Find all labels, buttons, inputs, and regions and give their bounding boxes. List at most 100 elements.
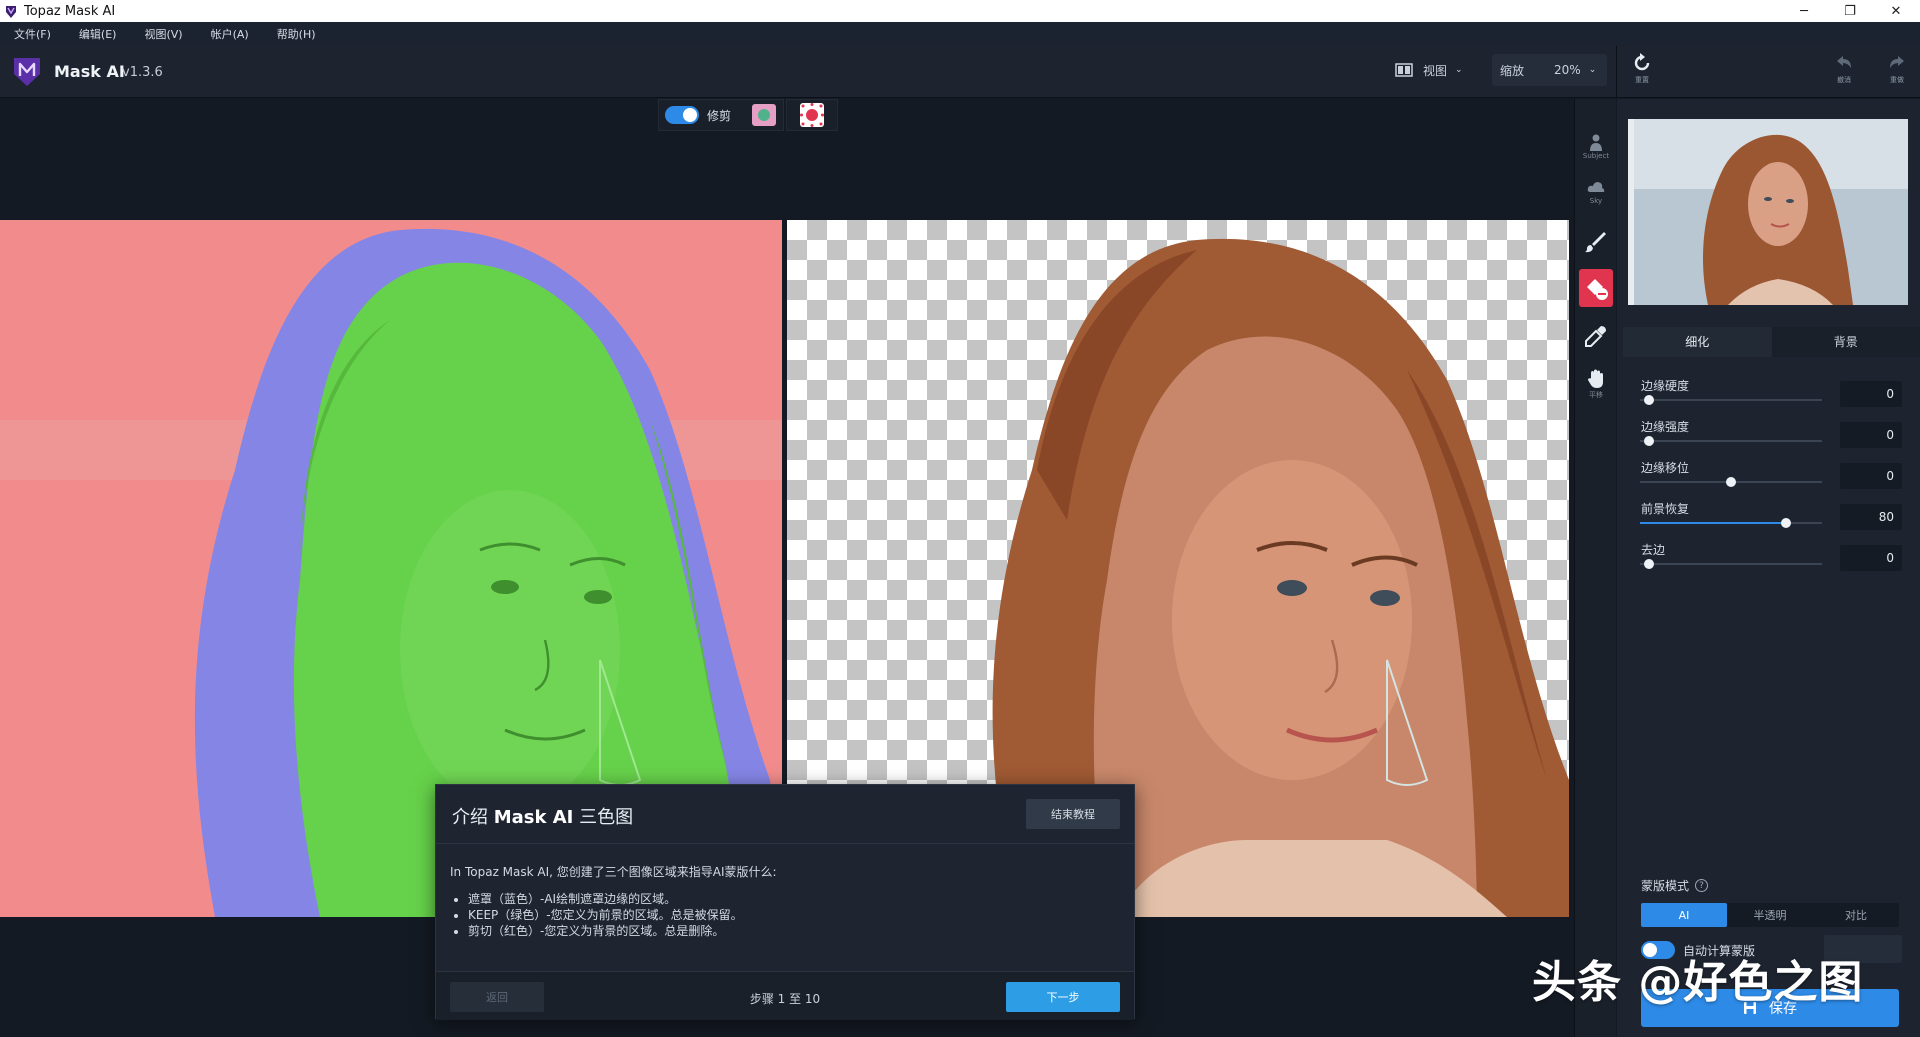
dialog-list: 遮罩（蓝色）-AI绘制遮罩边缘的区域。 KEEP（绿色）-您定义为前景的区域。总… [468, 891, 743, 939]
split-view-icon [1395, 63, 1413, 77]
mask-mode-translucent[interactable]: 半透明 [1727, 903, 1813, 927]
close-icon: ✕ [1890, 3, 1902, 19]
menu-help[interactable]: 帮助(H) [263, 26, 330, 42]
overlay-color-swatch[interactable] [752, 104, 776, 126]
minimize-button[interactable]: ─ [1782, 0, 1826, 22]
zoom-value: 20% [1554, 63, 1581, 77]
thumbnail-image [1628, 119, 1908, 305]
slider-track[interactable] [1640, 563, 1822, 565]
chevron-down-icon: ⌄ [1588, 65, 1597, 75]
slider-value-input[interactable]: 0 [1840, 422, 1902, 448]
tutorial-dialog: 介绍 Mask AI 三色图 结束教程 In Topaz Mask AI, 您创… [435, 784, 1135, 1020]
dialog-footer: 返回 步骤 1 至 10 下一步 [436, 971, 1134, 1020]
tool-fill[interactable] [1579, 269, 1613, 307]
app-icon [6, 6, 16, 18]
slider-defringe: 去边 0 [1640, 541, 1912, 575]
slider-knob[interactable] [1780, 518, 1791, 528]
tool-sky-label: Sky [1589, 196, 1603, 205]
chevron-down-icon: ⌄ [1455, 65, 1463, 75]
slider-label: 边缘硬度 [1641, 379, 1690, 393]
tool-eyedropper[interactable] [1579, 317, 1613, 355]
slider-label: 边缘强度 [1641, 420, 1690, 434]
tab-background[interactable]: 背景 [1771, 327, 1920, 357]
slider-value-input[interactable]: 0 [1840, 463, 1902, 489]
restore-button[interactable]: ❐ [1828, 0, 1872, 22]
tool-sky[interactable]: Sky [1579, 173, 1613, 211]
mask-mode-ai[interactable]: AI [1641, 903, 1727, 927]
eyedropper-icon [1585, 326, 1606, 347]
cut-brush-icon [800, 103, 824, 127]
header-divider [1616, 46, 1617, 98]
view-dropdown[interactable]: 视图 ⌄ [1395, 54, 1490, 86]
undo-button[interactable]: 撤消 [1824, 52, 1864, 92]
slider-edge-shift: 边缘移位 0 [1640, 459, 1912, 493]
cut-brush-button[interactable] [786, 99, 838, 131]
slider-foreground-recovery: 前景恢复 80 [1640, 500, 1912, 534]
tool-subject-label: Subject [1582, 151, 1610, 160]
slider-track[interactable] [1640, 440, 1822, 442]
dialog-title-prefix: 介绍 [452, 807, 488, 828]
toggle-switch[interactable] [665, 106, 699, 124]
undo-icon [1837, 56, 1851, 68]
slider-value-input[interactable]: 0 [1840, 545, 1902, 571]
dialog-title-product: Mask AI [493, 807, 574, 828]
tool-subject[interactable]: Subject [1579, 127, 1613, 165]
restore-icon: ❐ [1844, 3, 1856, 19]
next-button[interactable]: 下一步 [1006, 982, 1120, 1012]
sky-icon [1587, 181, 1605, 192]
redo-button[interactable]: 重做 [1877, 52, 1917, 92]
tool-pan[interactable]: 平移 [1579, 365, 1613, 403]
menu-view[interactable]: 视图(V) [130, 26, 196, 42]
menu-edit[interactable]: 编辑(E) [65, 26, 131, 42]
tool-pan-label: 平移 [1589, 390, 1603, 399]
mask-mode-contrast[interactable]: 对比 [1813, 903, 1899, 927]
mask-mode-selector: AI 半透明 对比 [1641, 903, 1899, 927]
end-tutorial-button[interactable]: 结束教程 [1026, 799, 1120, 829]
slider-fill [1640, 522, 1786, 524]
slider-knob[interactable] [1644, 395, 1655, 405]
app-version: v1.3.6 [122, 65, 163, 80]
mask-mode-label: 蒙版模式 [1641, 879, 1690, 893]
fill-bucket-icon [1587, 279, 1608, 300]
slider-label: 前景恢复 [1641, 502, 1690, 516]
mask-ai-logo [14, 58, 40, 86]
undo-label: 撤消 [1837, 76, 1851, 84]
slider-edge-hardness: 边缘硬度 0 [1640, 377, 1912, 411]
tool-brush[interactable] [1579, 223, 1613, 261]
app-name: Mask AI [54, 62, 125, 81]
list-item: 剪切（红色）-您定义为背景的区域。总是删除。 [468, 923, 743, 939]
watermark: 头条 @好色之图 [1532, 957, 1864, 1008]
slider-knob[interactable] [1726, 477, 1736, 487]
close-button[interactable]: ✕ [1874, 0, 1918, 22]
toggle-knob [683, 108, 697, 122]
slider-value-input[interactable]: 80 [1840, 504, 1902, 530]
window-title: Topaz Mask AI [24, 3, 116, 19]
dialog-title: 介绍 Mask AI 三色图 [452, 803, 633, 829]
redo-label: 重做 [1890, 76, 1904, 84]
help-icon[interactable]: ? [1695, 879, 1709, 892]
zoom-dropdown[interactable]: 缩放 20% ⌄ [1492, 54, 1607, 86]
tool-strip: Subject Sky 平移 [1574, 99, 1616, 1037]
slider-knob[interactable] [1644, 436, 1655, 446]
minimize-icon: ─ [1800, 3, 1808, 19]
slider-edge-strength: 边缘强度 0 [1640, 418, 1912, 452]
slider-label: 边缘移位 [1641, 461, 1690, 475]
navigator-thumbnail[interactable] [1628, 119, 1908, 305]
menu-account[interactable]: 帐户(A) [197, 26, 263, 42]
slider-knob[interactable] [1644, 559, 1655, 569]
view-label: 视图 [1423, 63, 1448, 78]
reset-button[interactable]: 重置 [1622, 52, 1662, 92]
cut-toggle-label: 修剪 [707, 108, 732, 123]
slider-value-input[interactable]: 0 [1840, 381, 1902, 407]
person-icon [1590, 134, 1602, 151]
tab-refine[interactable]: 细化 [1623, 327, 1772, 357]
reset-label: 重置 [1635, 76, 1649, 84]
swatch-dot [758, 109, 770, 121]
slider-label: 去边 [1641, 543, 1666, 557]
list-item: KEEP（绿色）-您定义为前景的区域。总是被保留。 [468, 907, 743, 923]
menu-file[interactable]: 文件(F) [0, 26, 65, 42]
hand-icon [1588, 369, 1603, 388]
reset-icon [1634, 53, 1650, 71]
slider-track[interactable] [1640, 399, 1822, 401]
mask-mode-title: 蒙版模式 ? [1641, 877, 1709, 894]
